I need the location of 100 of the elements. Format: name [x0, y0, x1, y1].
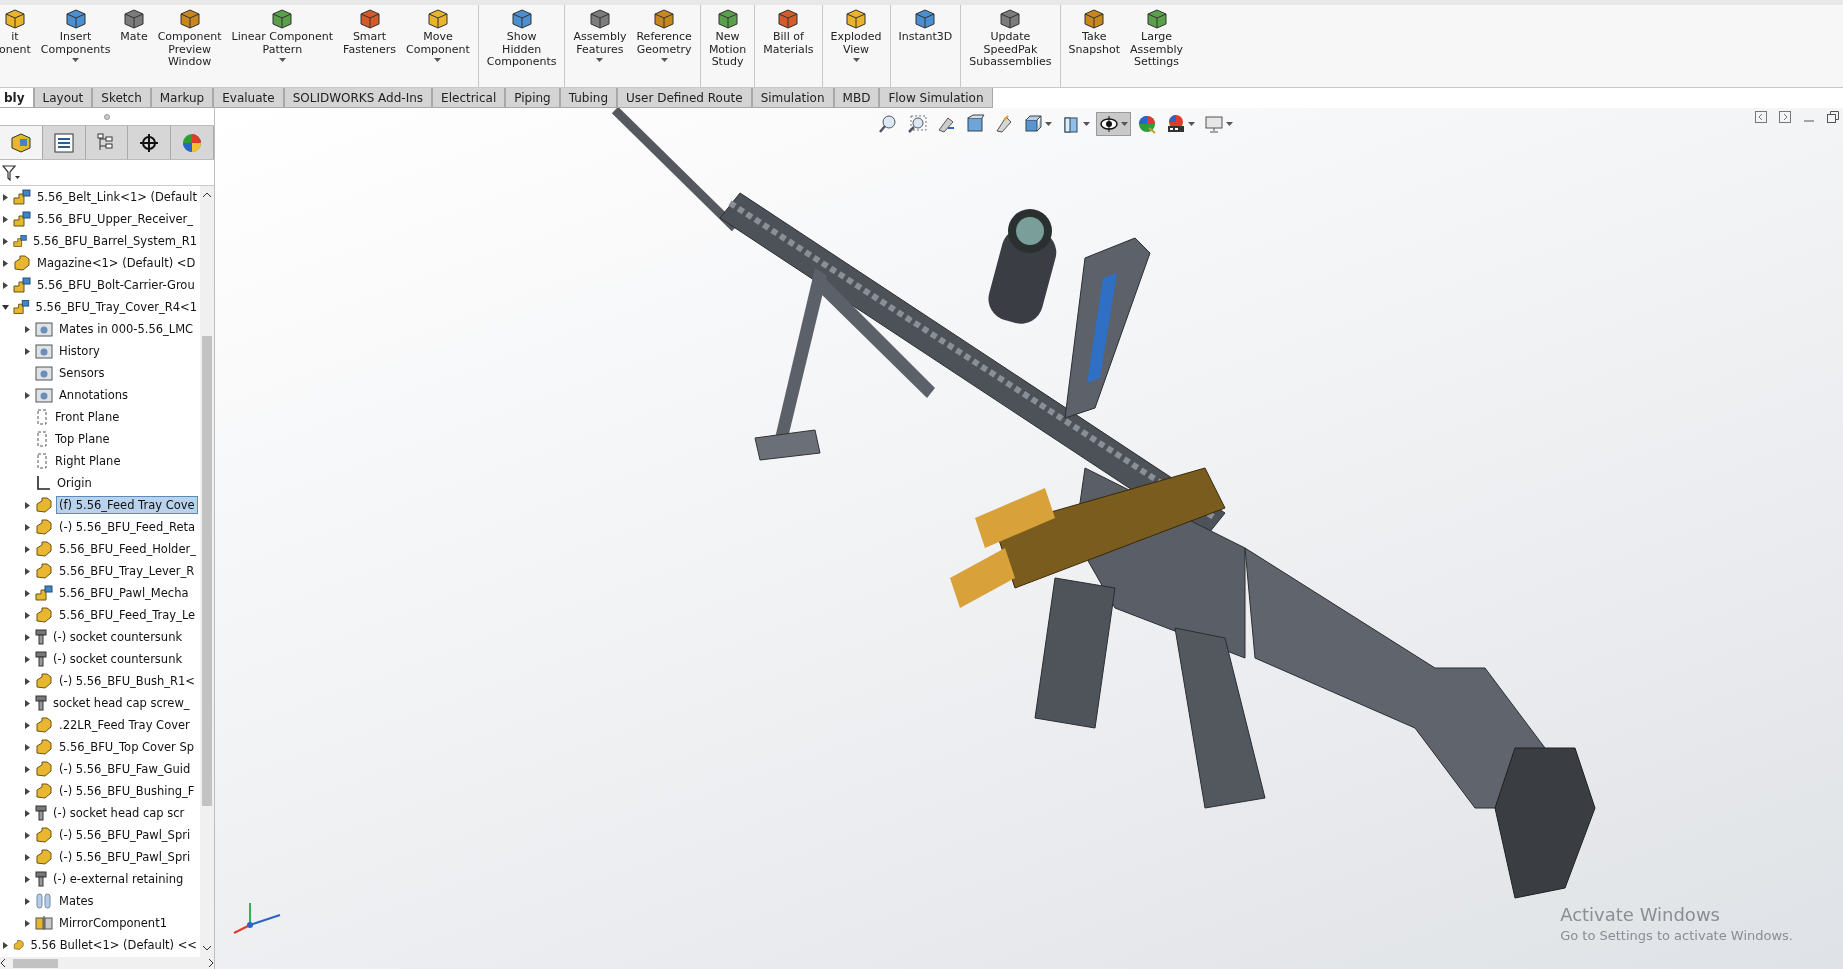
tree-item[interactable]: (-) socket countersunk: [50, 628, 186, 646]
tree-item[interactable]: Right Plane: [52, 452, 124, 470]
ribbon-tab[interactable]: Evaluate: [213, 88, 284, 108]
tree-item[interactable]: MirrorComponent1: [56, 914, 170, 932]
collapsed-arrow-icon[interactable]: [23, 633, 31, 641]
restore-icon[interactable]: [1827, 111, 1839, 123]
view-toolbar-button[interactable]: [1096, 112, 1131, 136]
scroll-right-icon[interactable]: [209, 959, 214, 967]
tree-item[interactable]: 5.56_BFU_Feed_Tray_Le: [56, 606, 199, 624]
collapsed-arrow-icon[interactable]: [23, 655, 31, 663]
collapsed-arrow-icon[interactable]: [23, 765, 31, 773]
ribbon-button[interactable]: Bill of Materials: [758, 5, 823, 87]
tree-item[interactable]: (-) 5.56_BFU_Bush_R1<: [56, 672, 198, 690]
ribbon-button[interactable]: Linear Component Pattern: [226, 5, 339, 87]
scrollbar-thumb[interactable]: [13, 958, 58, 968]
ribbon-tab[interactable]: SOLIDWORKS Add-Ins: [283, 88, 433, 108]
collapsed-arrow-icon[interactable]: [23, 721, 31, 729]
ribbon-button[interactable]: it onent: [0, 5, 36, 87]
ribbon-tab[interactable]: Piping: [505, 88, 560, 108]
collapsed-arrow-icon[interactable]: [23, 919, 31, 927]
ribbon-button[interactable]: Large Assembly Settings: [1125, 5, 1188, 87]
collapsed-arrow-icon[interactable]: [1, 193, 9, 201]
ribbon-tab[interactable]: bly: [0, 88, 34, 108]
tree-item[interactable]: (f) 5.56_Feed Tray Cove: [56, 496, 198, 514]
collapsed-arrow-icon[interactable]: [23, 875, 31, 883]
tree-item[interactable]: 5.56 Bullet<1> (Default) <<: [27, 936, 200, 954]
ribbon-tab[interactable]: Layout: [33, 88, 93, 108]
filter-icon[interactable]: [2, 164, 20, 181]
tree-item[interactable]: 5.56_BFU_Upper_Receiver_: [34, 210, 197, 228]
ribbon-button[interactable]: Insert Components: [35, 5, 116, 87]
collapsed-arrow-icon[interactable]: [23, 897, 31, 905]
ribbon-button[interactable]: Mate: [115, 5, 153, 87]
collapsed-arrow-icon[interactable]: [23, 567, 31, 575]
tree-item[interactable]: 5.56_BFU_Feed_Holder_: [56, 540, 199, 558]
tree-item[interactable]: 5.56_BFU_Pawl_Mecha: [56, 584, 192, 602]
collapsed-arrow-icon[interactable]: [23, 699, 31, 707]
tree-item[interactable]: History: [56, 342, 103, 360]
tree-item[interactable]: Magazine<1> (Default) <D: [34, 254, 199, 272]
tree-item[interactable]: (-) 5.56_BFU_Bushing_F: [56, 782, 198, 800]
ribbon-tab[interactable]: Electrical: [432, 88, 506, 108]
collapsed-arrow-icon[interactable]: [23, 611, 31, 619]
collapsed-arrow-icon[interactable]: [23, 809, 31, 817]
ribbon-tab[interactable]: Tubing: [559, 88, 617, 108]
ribbon-button[interactable]: Show Hidden Components: [481, 5, 566, 87]
expanded-arrow-icon[interactable]: [1, 303, 9, 311]
ribbon-button[interactable]: Exploded View: [825, 5, 891, 87]
tree-item[interactable]: 5.56_BFU_Tray_Lever_R: [56, 562, 198, 580]
crosshair-icon[interactable]: [139, 132, 160, 153]
tree-item[interactable]: Mates: [56, 892, 97, 910]
ribbon-tab[interactable]: User Defined Route: [617, 88, 752, 108]
collapsed-arrow-icon[interactable]: [23, 743, 31, 751]
tree-item[interactable]: (-) socket head cap scr: [50, 804, 188, 822]
panel-tab[interactable]: [42, 126, 86, 159]
panel-tab[interactable]: [128, 126, 172, 159]
tree-item[interactable]: (-) 5.56_BFU_Faw_Guid: [56, 760, 194, 778]
collapsed-arrow-icon[interactable]: [23, 391, 31, 399]
tree-item[interactable]: Front Plane: [52, 408, 123, 426]
tree-item[interactable]: (-) 5.56_BFU_Feed_Reta: [56, 518, 199, 536]
collapsed-arrow-icon[interactable]: [23, 523, 31, 531]
collapsed-arrow-icon[interactable]: [1, 215, 9, 223]
scroll-down-icon[interactable]: [203, 946, 211, 951]
tree-item[interactable]: 5.56_BFU_Bolt-Carrier-Grou: [34, 276, 198, 294]
tree-item[interactable]: 5.56_BFU_Barrel_System_R1: [30, 232, 200, 250]
tree-item[interactable]: Annotations: [56, 386, 132, 404]
ribbon-button[interactable]: Component Preview Window: [152, 5, 227, 87]
ribbon-button[interactable]: Reference Geometry: [631, 5, 701, 87]
ribbon-tab[interactable]: Flow Simulation: [879, 88, 993, 108]
ribbon-tab[interactable]: Markup: [150, 88, 214, 108]
ribbon-button[interactable]: Update SpeedPak Subassemblies: [964, 5, 1061, 87]
list-icon[interactable]: [53, 132, 74, 153]
tree-item[interactable]: Sensors: [56, 364, 108, 382]
collapsed-arrow-icon[interactable]: [23, 589, 31, 597]
collapsed-arrow-icon[interactable]: [1, 237, 9, 245]
cube-icon[interactable]: [10, 132, 31, 153]
color-wheel-icon[interactable]: [182, 132, 203, 153]
tree-item[interactable]: (-) 5.56_BFU_Pawl_Spri: [56, 848, 194, 866]
collapsed-arrow-icon[interactable]: [1, 281, 9, 289]
tree-item[interactable]: (-) socket countersunk: [50, 650, 186, 668]
tree-item[interactable]: .22LR_Feed Tray Cover: [56, 716, 193, 734]
collapsed-arrow-icon[interactable]: [23, 787, 31, 795]
collapsed-arrow-icon[interactable]: [23, 347, 31, 355]
ribbon-button[interactable]: New Motion Study: [703, 5, 756, 87]
tree-item[interactable]: Mates in 000-5.56_LMC: [56, 320, 197, 338]
ribbon-tab[interactable]: Simulation: [751, 88, 834, 108]
panel-left-icon[interactable]: [1755, 111, 1767, 123]
ribbon-button[interactable]: Assembly Features: [568, 5, 632, 87]
scroll-up-icon[interactable]: [203, 192, 211, 197]
panel-right-icon[interactable]: [1779, 111, 1791, 123]
tree-item[interactable]: 5.56_Belt_Link<1> (Default: [33, 188, 200, 206]
scroll-left-icon[interactable]: [0, 959, 5, 967]
collapsed-arrow-icon[interactable]: [23, 325, 31, 333]
ribbon-tab[interactable]: Sketch: [92, 88, 151, 108]
collapsed-arrow-icon[interactable]: [23, 501, 31, 509]
ribbon-button[interactable]: Smart Fasteners: [338, 5, 401, 87]
collapsed-arrow-icon[interactable]: [1, 259, 9, 267]
grip-icon[interactable]: [104, 113, 110, 120]
tree-item[interactable]: socket head cap screw_: [50, 694, 193, 712]
tree-item[interactable]: Origin: [54, 474, 95, 492]
collapsed-arrow-icon[interactable]: [23, 677, 31, 685]
collapsed-arrow-icon[interactable]: [1, 941, 9, 949]
